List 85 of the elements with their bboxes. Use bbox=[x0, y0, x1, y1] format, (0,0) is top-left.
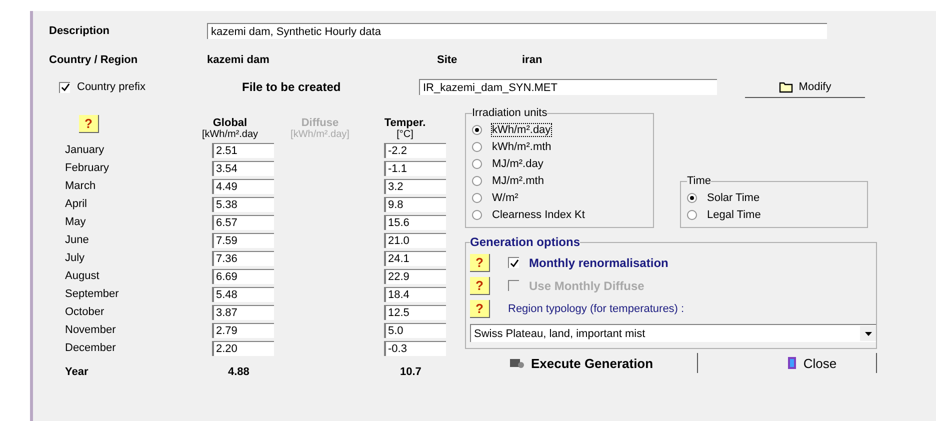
global-input[interactable]: 3.54 bbox=[212, 160, 274, 176]
temperature-input[interactable]: 24.1 bbox=[384, 250, 446, 266]
temperature-input[interactable]: 18.4 bbox=[384, 286, 446, 302]
help-button[interactable]: ? bbox=[79, 115, 99, 133]
column-unit: [kWh/m².day] bbox=[290, 129, 350, 141]
radio-button[interactable] bbox=[472, 192, 482, 202]
global-input[interactable]: 5.48 bbox=[212, 286, 274, 302]
temperature-input[interactable]: 9.8 bbox=[384, 196, 446, 212]
radio-label: W/m² bbox=[492, 192, 518, 204]
radio-button[interactable] bbox=[472, 158, 482, 168]
group-title: Generation options bbox=[470, 235, 580, 249]
global-input[interactable]: 3.87 bbox=[212, 304, 274, 320]
site-label: Site bbox=[437, 54, 458, 66]
month-label: June bbox=[65, 234, 90, 246]
radio-button[interactable] bbox=[472, 124, 482, 134]
help-button[interactable]: ? bbox=[470, 300, 490, 318]
checkbox[interactable] bbox=[59, 82, 70, 92]
global-input[interactable]: 7.59 bbox=[212, 232, 274, 248]
global-input[interactable]: 6.69 bbox=[212, 268, 274, 284]
global-input[interactable]: 2.79 bbox=[212, 322, 274, 338]
country-value: kazemi dam bbox=[207, 54, 270, 66]
month-label: September bbox=[65, 288, 120, 300]
radio-label: MJ/m².mth bbox=[492, 174, 544, 186]
month-label: October bbox=[65, 306, 106, 318]
column-header: Diffuse bbox=[301, 117, 339, 129]
year-temperature-value: 10.7 bbox=[400, 366, 422, 378]
temperature-input[interactable]: -2.2 bbox=[384, 142, 446, 158]
month-label: August bbox=[65, 270, 100, 282]
temperature-input[interactable]: 22.9 bbox=[384, 268, 446, 284]
region-typology-label: Region typology (for temperatures) : bbox=[508, 302, 684, 314]
file-name-field[interactable]: IR_kazemi_dam_SYN.MET bbox=[419, 79, 717, 95]
checkbox[interactable] bbox=[508, 257, 519, 268]
global-input[interactable]: 2.20 bbox=[212, 340, 274, 356]
description-field[interactable]: kazemi dam, Synthetic Hourly data bbox=[207, 23, 827, 39]
radio-label: kWh/m².mth bbox=[492, 140, 552, 152]
site-value: iran bbox=[522, 54, 542, 66]
radio-label: kWh/m².day bbox=[492, 124, 551, 136]
month-label: July bbox=[65, 252, 86, 264]
month-label: April bbox=[65, 198, 88, 210]
radio-button[interactable] bbox=[687, 192, 697, 202]
radio-button[interactable] bbox=[472, 176, 482, 186]
temperature-input[interactable]: 3.2 bbox=[384, 178, 446, 194]
global-input[interactable]: 4.49 bbox=[212, 178, 274, 194]
global-input[interactable]: 6.57 bbox=[212, 214, 274, 230]
column-header: Global bbox=[212, 117, 248, 129]
radio-button[interactable] bbox=[472, 142, 482, 152]
checkbox-label: Monthly renormalisation bbox=[529, 256, 668, 270]
help-button[interactable]: ? bbox=[470, 254, 490, 272]
country-prefix-label: Country prefix bbox=[77, 81, 146, 93]
month-label: January bbox=[65, 144, 106, 156]
month-label: May bbox=[65, 216, 87, 228]
month-label: December bbox=[65, 342, 117, 354]
radio-button[interactable] bbox=[687, 210, 697, 220]
radio-label: Solar Time bbox=[707, 192, 760, 204]
region-dropdown[interactable]: Swiss Plateau, land, important mist bbox=[470, 324, 876, 342]
door-icon bbox=[787, 356, 798, 370]
temperature-input[interactable]: 5.0 bbox=[384, 322, 446, 338]
year-label: Year bbox=[65, 366, 90, 378]
radio-button[interactable] bbox=[472, 210, 482, 220]
country-label: Country / Region bbox=[49, 54, 139, 66]
column-unit: [°C] bbox=[396, 129, 414, 141]
file-label: File to be created bbox=[242, 80, 342, 94]
month-label: November bbox=[65, 324, 117, 336]
group-title: Time bbox=[687, 175, 712, 187]
global-input[interactable]: 7.36 bbox=[212, 250, 274, 266]
radio-label: Clearness Index Kt bbox=[492, 208, 585, 220]
month-label: February bbox=[65, 162, 110, 174]
checkbox-label: Use Monthly Diffuse bbox=[529, 278, 644, 292]
column-header: Temper. bbox=[384, 117, 426, 129]
temperature-input[interactable]: 15.6 bbox=[384, 214, 446, 230]
global-input[interactable]: 5.38 bbox=[212, 196, 274, 212]
radio-label: MJ/m².day bbox=[492, 158, 544, 170]
temperature-input[interactable]: 12.5 bbox=[384, 304, 446, 320]
description-label: Description bbox=[49, 25, 111, 37]
temperature-input[interactable]: -0.3 bbox=[384, 340, 446, 356]
temperature-input[interactable]: 21.0 bbox=[384, 232, 446, 248]
global-input[interactable]: 2.51 bbox=[212, 142, 274, 158]
column-unit: [kWh/m².day bbox=[202, 129, 258, 141]
group-title: Irradiation units bbox=[472, 107, 548, 119]
folder-icon bbox=[778, 80, 793, 92]
radio-label: Legal Time bbox=[707, 208, 761, 220]
month-label: March bbox=[65, 180, 97, 192]
dropdown-arrow-icon bbox=[864, 332, 872, 336]
year-global-value: 4.88 bbox=[228, 366, 250, 378]
temperature-input[interactable]: -1.1 bbox=[384, 160, 446, 176]
